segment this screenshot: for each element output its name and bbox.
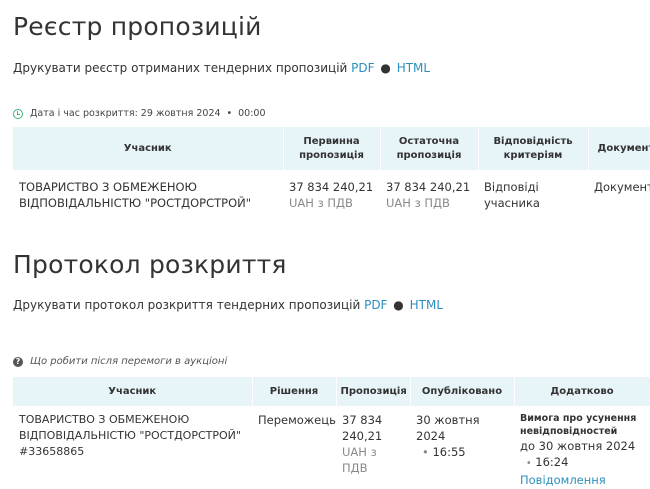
- winner-link[interactable]: Переможець: [252, 406, 336, 489]
- help-text: Що робити після перемоги в аукціоні: [30, 356, 228, 367]
- published-dot: •: [422, 445, 429, 459]
- proposal-amount: 37 834 240,21: [342, 413, 383, 443]
- registry-header-row: Учасник Первинна пропозиція Остаточна пр…: [13, 127, 650, 170]
- published-time-line: • 16:55: [416, 444, 508, 460]
- published-time: 16:55: [432, 445, 466, 459]
- requirement-title: Вимога про усунення невідповідностей: [520, 413, 637, 437]
- registry-html-link[interactable]: HTML: [397, 61, 430, 75]
- col-additional: Додатково: [514, 377, 650, 406]
- registry-print-text: Друкувати реєстр отриманих тендерних про…: [13, 61, 348, 75]
- participant-name: ТОВАРИСТВО З ОБМЕЖЕНОЮ ВІДПОВІДАЛЬНІСТЮ …: [19, 180, 252, 210]
- protocol-print-line: Друкувати протокол розкриття тендерних п…: [13, 298, 443, 312]
- separator-bullet: ●: [393, 298, 404, 312]
- opening-dot: •: [226, 108, 233, 119]
- initial-currency: UAH з ПДВ: [289, 196, 353, 210]
- proposal-currency: UAH з ПДВ: [342, 445, 377, 475]
- col-compliance: Відповідність критеріям: [478, 127, 589, 170]
- participant-answers-link[interactable]: Відповіді учасника: [478, 170, 588, 230]
- requirement-time-line: • 16:24: [520, 454, 644, 472]
- final-currency: UAH з ПДВ: [386, 196, 450, 210]
- col-final-proposal: Остаточна пропозиція: [380, 127, 479, 170]
- participant-id: #33658865: [19, 445, 85, 458]
- col-proposal: Пропозиція: [336, 377, 411, 406]
- question-icon: ?: [13, 356, 23, 367]
- documents-link[interactable]: Документи: [588, 170, 650, 230]
- initial-amount: 37 834 240,21: [289, 180, 374, 194]
- requirement-time: 16:24: [535, 455, 569, 469]
- col-decision: Рішення: [252, 377, 337, 406]
- registry-table: Учасник Первинна пропозиція Остаточна пр…: [13, 127, 650, 230]
- registry-pdf-link[interactable]: PDF: [351, 61, 374, 75]
- col-documents: Документи: [588, 127, 650, 170]
- protocol-table: Учасник Рішення Пропозиція Опубліковано …: [13, 377, 650, 489]
- protocol-pdf-link[interactable]: PDF: [364, 298, 387, 312]
- protocol-html-link[interactable]: HTML: [410, 298, 443, 312]
- registry-print-line: Друкувати реєстр отриманих тендерних про…: [13, 61, 430, 75]
- protocol-title: Протокол розкриття: [13, 250, 287, 279]
- table-row: ТОВАРИСТВО З ОБМЕЖЕНОЮ ВІДПОВІДАЛЬНІСТЮ …: [13, 170, 650, 230]
- col-participant: Учасник: [13, 377, 253, 406]
- opening-date-line: Дата і час розкриття: 29 жовтня 2024 • 0…: [13, 108, 266, 119]
- col-initial-proposal: Первинна пропозиція: [283, 127, 381, 170]
- participant-name: ТОВАРИСТВО З ОБМЕЖЕНОЮ ВІДПОВІДАЛЬНІСТЮ …: [19, 413, 241, 442]
- published-date: 30 жовтня 2024: [416, 413, 480, 443]
- col-published: Опубліковано: [410, 377, 515, 406]
- requirement-dot: •: [526, 458, 532, 469]
- help-link[interactable]: ? Що робити після перемоги в аукціоні: [13, 356, 227, 367]
- table-row: ТОВАРИСТВО З ОБМЕЖЕНОЮ ВІДПОВІДАЛЬНІСТЮ …: [13, 406, 650, 489]
- final-amount: 37 834 240,21: [386, 180, 471, 194]
- separator-bullet: ●: [380, 61, 391, 75]
- opening-date-label: Дата і час розкриття: 29 жовтня 2024: [30, 108, 221, 119]
- notifications-link[interactable]: Повідомлення: [520, 472, 644, 488]
- registry-title: Реєстр пропозицій: [13, 12, 262, 41]
- clock-icon: [13, 108, 23, 119]
- col-participant: Учасник: [13, 127, 284, 170]
- protocol-print-text: Друкувати протокол розкриття тендерних п…: [13, 298, 361, 312]
- protocol-header-row: Учасник Рішення Пропозиція Опубліковано …: [13, 377, 650, 406]
- requirement-date: до 30 жовтня 2024: [520, 439, 636, 453]
- opening-time: 00:00: [238, 108, 266, 119]
